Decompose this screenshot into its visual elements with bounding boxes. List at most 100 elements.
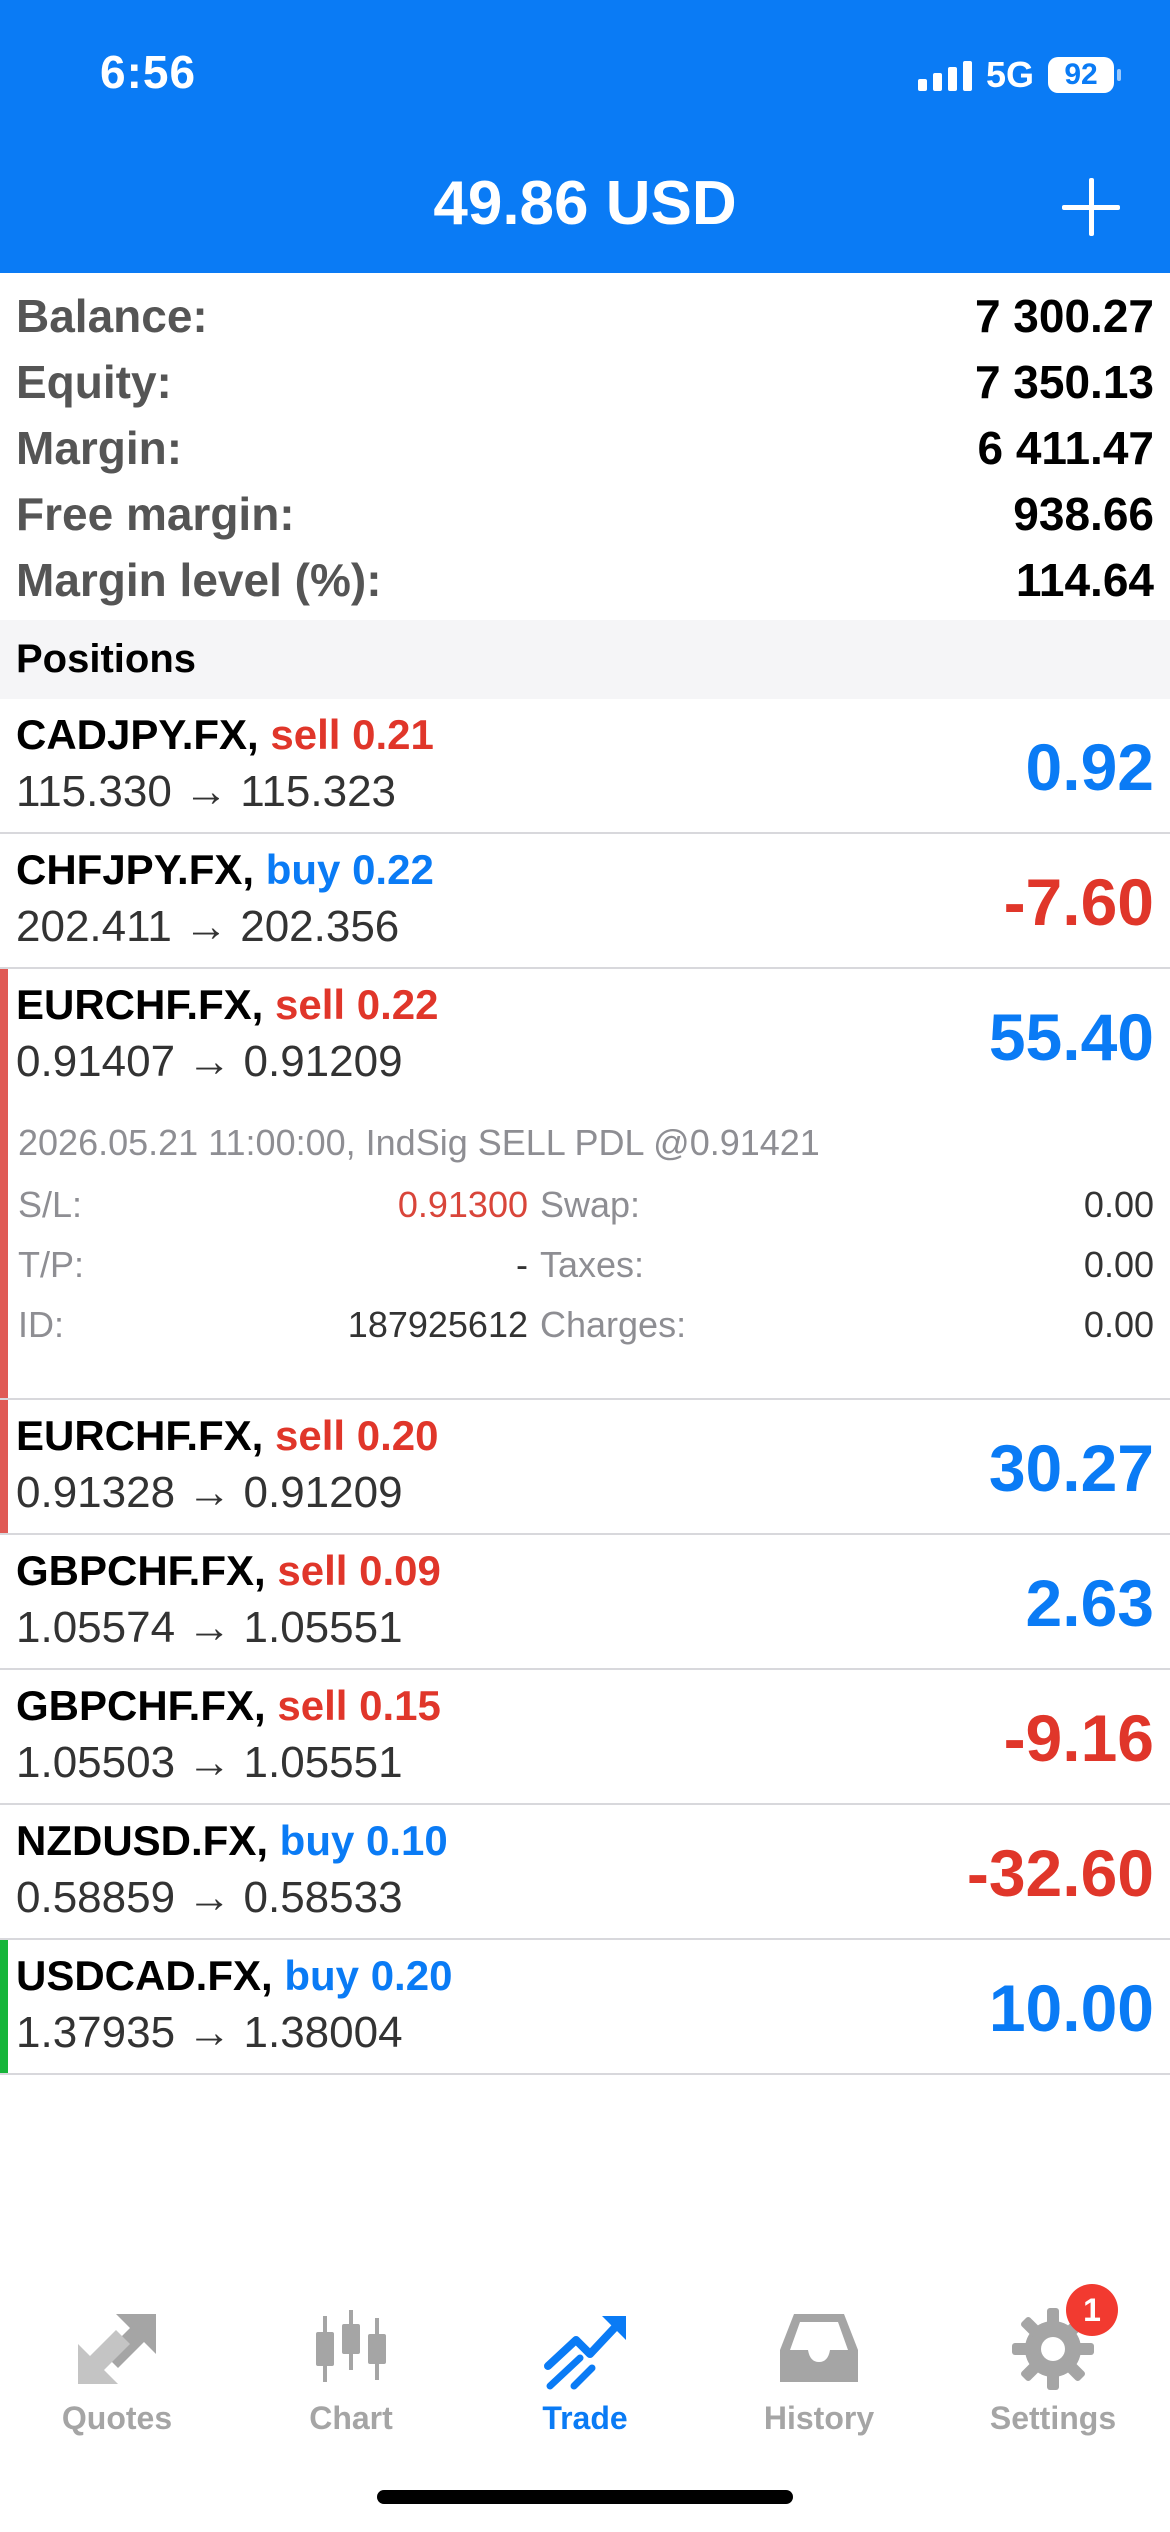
position-profit: 0.92	[1025, 730, 1154, 804]
position-profit: 30.27	[988, 1431, 1154, 1505]
position-row[interactable]: NZDUSD.FX, buy 0.10 0.58859 → 0.58533 -3…	[0, 1805, 1170, 1940]
notification-badge: 1	[1066, 2284, 1118, 2336]
position-side: sell 0.22	[275, 981, 439, 1028]
tab-trade[interactable]: Trade	[468, 2270, 702, 2437]
summary-row-balance: Balance: 7 300.27	[0, 283, 1170, 349]
position-symbol: NZDUSD.FX,	[16, 1817, 268, 1864]
position-side: buy 0.20	[284, 1952, 453, 1999]
position-symbol: USDCAD.FX,	[16, 1952, 273, 1999]
summary-row-margin-level: Margin level (%): 114.64	[0, 547, 1170, 613]
position-price: 115.330 → 115.323	[16, 767, 397, 816]
summary-value: 7 350.13	[974, 356, 1154, 408]
position-side: sell 0.21	[270, 711, 434, 758]
position-details: 2026.05.21 11:00:00, IndSig SELL PDL @0.…	[0, 1102, 1170, 1398]
signal-icon	[917, 59, 972, 91]
position-symbol: CHFJPY.FX,	[16, 846, 255, 893]
status-time: 6:56	[100, 46, 197, 98]
sl-label: S/L:	[18, 1184, 83, 1225]
plus-icon[interactable]	[1062, 178, 1120, 236]
position-price: 1.37935 → 1.38004	[16, 2008, 403, 2057]
tab-label: History	[763, 2400, 875, 2436]
tab-label: Chart	[309, 2400, 393, 2436]
position-price: 0.91407 → 0.91209	[16, 1037, 403, 1086]
position-price: 1.05574 → 1.05551	[16, 1603, 403, 1652]
position-profit: 2.63	[1025, 1566, 1154, 1640]
position-profit: 10.00	[988, 1971, 1154, 2045]
position-comment: 2026.05.21 11:00:00, IndSig SELL PDL @0.…	[18, 1122, 820, 1163]
network-type: 5G	[985, 54, 1034, 95]
position-side: buy 0.22	[265, 846, 434, 893]
position-symbol: EURCHF.FX,	[16, 1412, 264, 1459]
summary-label: Equity:	[16, 356, 172, 408]
position-price: 0.58859 → 0.58533	[16, 1873, 403, 1922]
summary-value: 6 411.47	[977, 422, 1154, 474]
tab-label: Quotes	[61, 2400, 173, 2436]
top-bar: 6:56 5G 92 49.86 USD	[0, 0, 1170, 273]
taxes-value: 0.00	[1083, 1244, 1154, 1285]
inbox-tray-icon	[774, 2304, 864, 2394]
position-row[interactable]: EURCHF.FX, sell 0.20 0.91328 → 0.91209 3…	[0, 1400, 1170, 1535]
sl-value: 0.91300	[397, 1184, 528, 1225]
position-price: 0.91328 → 0.91209	[16, 1468, 403, 1517]
summary-value: 7 300.27	[974, 290, 1154, 342]
summary-label: Margin:	[16, 422, 183, 474]
position-row[interactable]: CHFJPY.FX, buy 0.22 202.411 → 202.356 -7…	[0, 834, 1170, 969]
position-profit: 55.40	[988, 1000, 1154, 1074]
position-symbol: EURCHF.FX,	[16, 981, 264, 1028]
tp-value: -	[516, 1244, 528, 1285]
positions-section-header: Positions	[0, 620, 1170, 699]
id-label: ID:	[18, 1304, 65, 1345]
battery-icon: 92	[1048, 57, 1121, 93]
position-row[interactable]: CADJPY.FX, sell 0.21 115.330 → 115.323 0…	[0, 699, 1170, 834]
tab-label: Trade	[542, 2400, 628, 2436]
position-row[interactable]: USDCAD.FX, buy 0.20 1.37935 → 1.38004 10…	[0, 1940, 1170, 2075]
position-price: 1.05503 → 1.05551	[16, 1738, 403, 1787]
summary-row-free-margin: Free margin: 938.66	[0, 481, 1170, 547]
position-price: 202.411 → 202.356	[16, 902, 400, 951]
positions-header-label: Positions	[16, 637, 197, 681]
position-row[interactable]: GBPCHF.FX, sell 0.09 1.05574 → 1.05551 2…	[0, 1535, 1170, 1670]
summary-row-margin: Margin: 6 411.47	[0, 415, 1170, 481]
page-title: 49.86 USD	[433, 169, 737, 238]
tab-chart[interactable]: Chart	[234, 2270, 468, 2437]
gear-icon: 1	[1008, 2284, 1118, 2394]
position-side: buy 0.10	[279, 1817, 448, 1864]
taxes-label: Taxes:	[540, 1244, 645, 1285]
trend-up-icon	[540, 2304, 630, 2394]
position-symbol: GBPCHF.FX,	[16, 1682, 266, 1729]
swap-value: 0.00	[1083, 1184, 1154, 1225]
charges-value: 0.00	[1083, 1304, 1154, 1345]
tp-label: T/P:	[18, 1244, 85, 1285]
status-indicators: 5G 92	[917, 50, 1121, 100]
tab-quotes[interactable]: Quotes	[0, 2270, 234, 2437]
position-profit: -32.60	[966, 1836, 1154, 1910]
tab-bar: Quotes Chart Trade History 1 Settings	[0, 2270, 1170, 2450]
account-summary: Balance: 7 300.27 Equity: 7 350.13 Margi…	[0, 283, 1170, 613]
position-side: sell 0.15	[277, 1682, 441, 1729]
position-side: sell 0.20	[275, 1412, 439, 1459]
tab-label: Settings	[989, 2400, 1117, 2436]
position-side: sell 0.09	[277, 1547, 441, 1594]
tab-settings[interactable]: 1 Settings	[936, 2270, 1170, 2437]
position-profit: -7.60	[1003, 865, 1154, 939]
summary-label: Balance:	[16, 290, 208, 342]
quotes-arrows-icon	[72, 2304, 162, 2394]
tab-history[interactable]: History	[702, 2270, 936, 2437]
candlestick-icon	[306, 2304, 396, 2394]
position-row[interactable]: GBPCHF.FX, sell 0.15 1.05503 → 1.05551 -…	[0, 1670, 1170, 1805]
charges-label: Charges:	[540, 1304, 687, 1345]
position-symbol: GBPCHF.FX,	[16, 1547, 266, 1594]
swap-label: Swap:	[540, 1184, 641, 1225]
position-profit: -9.16	[1003, 1701, 1154, 1775]
battery-level: 92	[1064, 58, 1098, 91]
position-row-expanded[interactable]: EURCHF.FX, sell 0.22 0.91407 → 0.91209 5…	[0, 969, 1170, 1400]
home-indicator	[377, 2490, 793, 2504]
positions-list: CADJPY.FX, sell 0.21 115.330 → 115.323 0…	[0, 699, 1170, 2075]
summary-value: 114.64	[1015, 554, 1154, 606]
summary-row-equity: Equity: 7 350.13	[0, 349, 1170, 415]
position-symbol: CADJPY.FX,	[16, 711, 259, 758]
summary-label: Margin level (%):	[16, 554, 382, 606]
summary-value: 938.66	[1013, 488, 1154, 540]
summary-label: Free margin:	[16, 488, 295, 540]
id-value: 187925612	[347, 1304, 528, 1345]
